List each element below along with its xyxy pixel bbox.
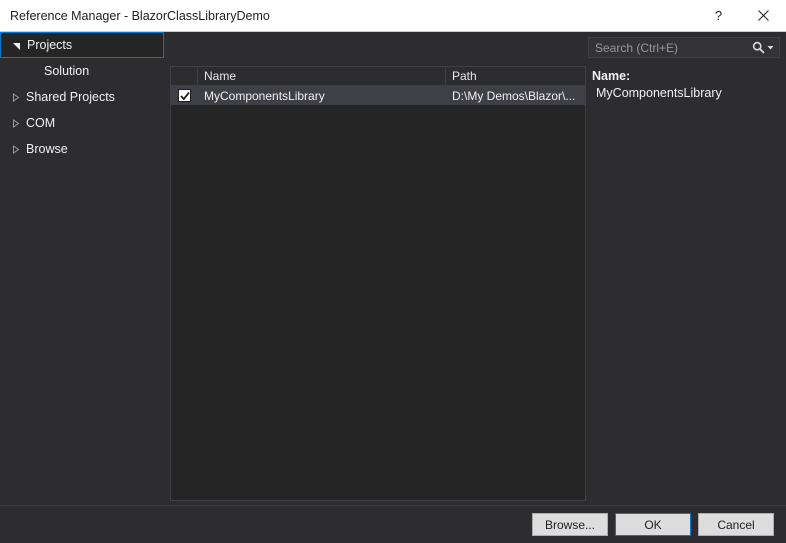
detail-pane: Name: MyComponentsLibrary — [592, 68, 782, 498]
sidebar-item-label: Solution — [44, 64, 90, 78]
ok-button[interactable]: OK — [615, 513, 691, 536]
row-checkbox-cell[interactable] — [171, 89, 198, 102]
reference-manager-dialog: Reference Manager - BlazorClassLibraryDe… — [0, 0, 786, 543]
search-box[interactable] — [588, 37, 780, 58]
sidebar-item-com[interactable]: COM — [0, 110, 168, 136]
sidebar-item-label: Shared Projects — [26, 90, 115, 104]
sidebar-item-label: Browse — [26, 142, 68, 156]
chevron-right-icon[interactable] — [6, 84, 24, 110]
chevron-right-icon[interactable] — [6, 110, 24, 136]
dialog-footer: Browse... OK Cancel — [0, 506, 786, 543]
help-button[interactable]: ? — [696, 0, 741, 31]
chevron-down-icon[interactable] — [7, 32, 25, 58]
detail-name-label: Name: — [592, 69, 631, 83]
cancel-button[interactable]: Cancel — [698, 513, 774, 536]
title-bar: Reference Manager - BlazorClassLibraryDe… — [0, 0, 786, 32]
search-input[interactable] — [589, 38, 752, 57]
search-icon[interactable] — [752, 41, 765, 54]
list-body: MyComponentsLibrary D:\My Demos\Blazor\.… — [171, 86, 585, 500]
sidebar-item-projects[interactable]: Projects — [0, 32, 164, 58]
sidebar-item-solution[interactable]: Solution — [0, 58, 168, 84]
close-icon — [758, 10, 769, 21]
table-row[interactable]: MyComponentsLibrary D:\My Demos\Blazor\.… — [171, 86, 585, 105]
sidebar-item-shared-projects[interactable]: Shared Projects — [0, 84, 168, 110]
reference-list-panel: Name Path MyComponentsLibrary D:\My Demo… — [170, 66, 586, 501]
column-header-name[interactable]: Name — [198, 67, 446, 85]
sidebar-tree: Projects Solution Shared Projects COM Br… — [0, 32, 168, 505]
checkbox-checked-icon[interactable] — [178, 89, 191, 102]
sidebar-item-browse[interactable]: Browse — [0, 136, 168, 162]
sidebar-item-label: COM — [26, 116, 56, 130]
browse-button[interactable]: Browse... — [532, 513, 608, 536]
window-controls: ? — [696, 0, 786, 31]
chevron-right-icon[interactable] — [6, 136, 24, 162]
detail-name-value: MyComponentsLibrary — [596, 86, 722, 100]
sidebar-item-label: Projects — [27, 38, 73, 52]
search-icon-group[interactable] — [752, 41, 779, 54]
chevron-down-icon[interactable] — [767, 44, 774, 51]
window-title: Reference Manager - BlazorClassLibraryDe… — [10, 8, 270, 23]
close-button[interactable] — [741, 0, 786, 31]
column-header-path[interactable]: Path — [446, 67, 585, 85]
question-mark-icon: ? — [714, 8, 723, 23]
list-header-row: Name Path — [171, 67, 585, 86]
row-name-cell: MyComponentsLibrary — [204, 88, 325, 103]
row-path-cell: D:\My Demos\Blazor\... — [452, 88, 576, 103]
column-header-checkbox[interactable] — [171, 67, 198, 85]
